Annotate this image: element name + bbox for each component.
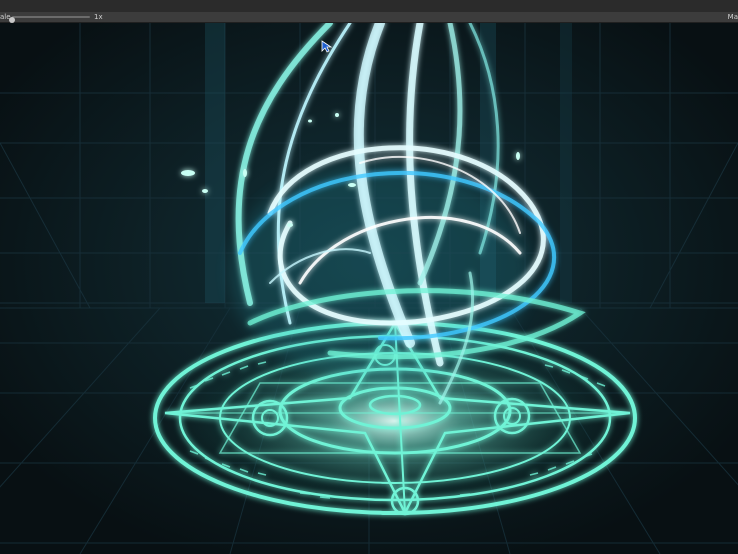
maximize-on-play-label[interactable]: Ma bbox=[728, 12, 738, 22]
scale-value: 1x bbox=[94, 13, 103, 21]
magic-circle-scene bbox=[0, 23, 738, 554]
game-viewport[interactable] bbox=[0, 23, 738, 554]
game-view-window: ale 1x Ma bbox=[0, 0, 738, 554]
scale-slider[interactable] bbox=[9, 16, 90, 23]
game-view-toolbar: ale 1x Ma bbox=[0, 12, 738, 23]
